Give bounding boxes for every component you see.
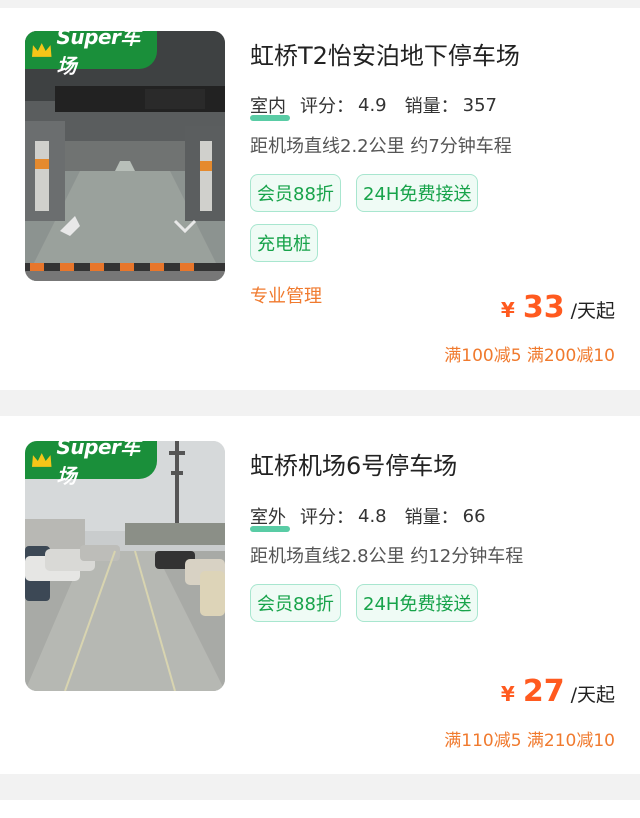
parking-lot-photo-indoor: Super车场: [25, 31, 225, 281]
management-label: 专业管理: [250, 286, 322, 307]
rating-label: 评分：: [300, 507, 354, 528]
tag-member-discount: 会员88折: [250, 174, 341, 212]
price-value: 33: [522, 290, 565, 325]
parking-lot-card[interactable]: Super车场 虹桥T2怡安泊地下停车场 室内 评分： 4.9 销量： 357 …: [0, 8, 640, 390]
environment-tag: 室外: [250, 503, 290, 532]
sales-label: 销量：: [404, 507, 459, 528]
currency-symbol: ¥: [500, 298, 515, 322]
sales-value: 357: [462, 94, 497, 116]
price-unit: /天起: [570, 300, 615, 322]
parking-lot-card[interactable]: Super车场 虹桥机场6号停车场 室外 评分： 4.8 销量： 66 距机场直…: [0, 416, 640, 774]
environment-tag: 室内: [250, 92, 290, 121]
parking-lot-title[interactable]: 虹桥T2怡安泊地下停车场: [250, 36, 520, 71]
super-parking-badge: Super车场: [25, 441, 157, 488]
parking-lot-meta: 室内 评分： 4.9 销量： 357: [250, 92, 515, 121]
tag-charging-pile: 充电桩: [250, 224, 318, 262]
price-value: 27: [522, 674, 565, 709]
next-card-edge: [0, 800, 640, 818]
sales-label: 销量：: [404, 96, 459, 117]
rating-label: 评分：: [300, 96, 354, 117]
parking-lot-photo-outdoor: Super车场: [25, 441, 225, 691]
rating-value: 4.8: [358, 505, 387, 527]
sales-value: 66: [462, 505, 486, 527]
price: ¥ 27 /天起: [501, 674, 615, 709]
distance-text: 距机场直线2.2公里 约7分钟车程: [250, 136, 512, 157]
tag-member-discount: 会员88折: [250, 584, 341, 622]
tag-free-shuttle: 24H免费接送: [356, 174, 479, 212]
crown-icon: [31, 43, 52, 57]
parking-lot-meta: 室外 评分： 4.8 销量： 66: [250, 503, 504, 532]
price: ¥ 33 /天起: [501, 290, 615, 325]
super-parking-badge: Super车场: [25, 31, 157, 78]
badge-label: Super车场: [56, 441, 140, 488]
parking-lot-title[interactable]: 虹桥机场6号停车场: [250, 446, 457, 481]
price-unit: /天起: [570, 684, 615, 706]
promotion-text: 满100减5 满200减10: [444, 346, 615, 366]
distance-text: 距机场直线2.8公里 约12分钟车程: [250, 546, 524, 567]
currency-symbol: ¥: [500, 682, 515, 706]
promotion-text: 满110减5 满210减10: [444, 731, 615, 751]
badge-label: Super车场: [56, 31, 140, 78]
rating-value: 4.9: [358, 94, 387, 116]
crown-icon: [31, 453, 52, 467]
tag-free-shuttle: 24H免费接送: [356, 584, 479, 622]
